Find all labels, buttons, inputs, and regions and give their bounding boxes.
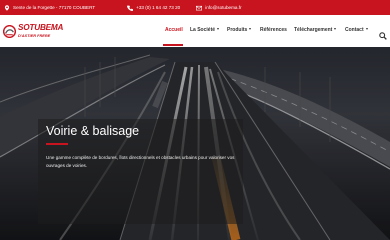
nav-item-produits[interactable]: Produits xyxy=(227,27,252,33)
hero-title-underline xyxy=(46,143,68,145)
nav-item-contact[interactable]: Contact xyxy=(345,27,368,33)
logo-emblem-icon xyxy=(3,24,16,38)
envelope-icon xyxy=(196,5,203,11)
nav-item-accueil[interactable]: Accueil xyxy=(165,27,183,33)
search-icon[interactable] xyxy=(379,27,387,40)
hero-slider: Voirie & balisage Une gamme complète de … xyxy=(0,47,390,240)
email-text: info@sotubema.fr xyxy=(205,5,242,10)
hero-title: Voirie & balisage xyxy=(46,124,140,138)
phone-text: +33 (0) 1 64 42 73 20 xyxy=(136,5,181,10)
phone-icon xyxy=(127,5,134,11)
chevron-down-icon xyxy=(365,28,368,30)
top-info-bar: Sente de la Forgette - 77170 COUBERT +33… xyxy=(0,0,390,15)
logo-tagline: D'ASTIER FRERE xyxy=(18,32,51,38)
phone-item[interactable]: +33 (0) 1 64 42 73 20 xyxy=(127,5,180,11)
site-logo[interactable]: SOTUBEMA D'ASTIER FRERE xyxy=(3,22,65,40)
address-item: Sente de la Forgette - 77170 COUBERT xyxy=(4,4,96,11)
chevron-down-icon xyxy=(217,28,220,30)
logo-brand: SOTUBEMA xyxy=(18,23,64,33)
nav-item-references[interactable]: Références xyxy=(260,27,287,33)
site-header: SOTUBEMA D'ASTIER FRERE Accueil La Socié… xyxy=(0,15,390,47)
chevron-down-icon xyxy=(334,28,337,30)
hero-description: Une gamme complète de bordures, îlots di… xyxy=(46,155,235,168)
address-text: Sente de la Forgette - 77170 COUBERT xyxy=(13,5,96,10)
nav-item-la-societe[interactable]: La Société xyxy=(190,27,220,33)
chevron-down-icon xyxy=(249,28,252,30)
nav-item-telechargement[interactable]: Téléchargement xyxy=(294,27,337,33)
active-nav-indicator xyxy=(163,44,183,46)
email-item[interactable]: info@sotubema.fr xyxy=(196,5,242,11)
map-marker-icon xyxy=(4,4,10,11)
